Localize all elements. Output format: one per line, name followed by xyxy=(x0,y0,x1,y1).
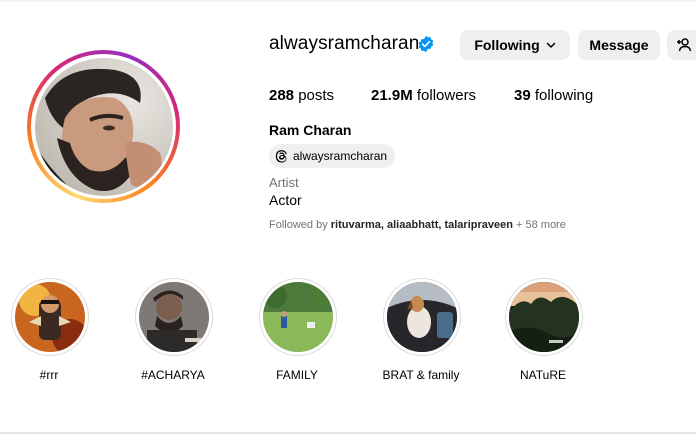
highlight-cover xyxy=(387,282,457,352)
highlight-label: FAMILY xyxy=(276,368,318,382)
profile-photo xyxy=(34,57,173,196)
highlight-label: #ACHARYA xyxy=(141,368,205,382)
add-user-icon xyxy=(677,38,692,52)
posts-label: posts xyxy=(298,87,335,104)
highlight-item[interactable]: #ACHARYA xyxy=(135,278,213,382)
profile-full-name: Ram Charan xyxy=(269,122,352,138)
highlight-item[interactable]: #rrr xyxy=(11,278,89,382)
followers-value: 21.9M xyxy=(371,87,413,104)
profile-category: Artist xyxy=(269,175,299,190)
highlight-cover xyxy=(15,282,85,352)
following-count[interactable]: 39 following xyxy=(514,87,593,104)
profile-bio: Actor xyxy=(269,192,302,208)
threads-link[interactable]: alwaysramcharan xyxy=(269,144,396,168)
following-button[interactable]: Following xyxy=(460,30,570,60)
threads-logo-icon xyxy=(275,150,287,163)
highlight-label: BRAT & family xyxy=(382,368,460,382)
followed-by-text[interactable]: Followed by rituvarma, aliaabhatt, talar… xyxy=(269,219,566,231)
followers-label: followers xyxy=(416,87,477,104)
top-divider xyxy=(0,0,696,2)
add-user-button[interactable] xyxy=(667,30,696,60)
threads-handle: alwaysramcharan xyxy=(293,149,388,163)
highlight-cover xyxy=(263,282,333,352)
verified-badge-icon xyxy=(418,35,434,53)
highlight-item[interactable]: FAMILY xyxy=(259,278,337,382)
highlight-label: #rrr xyxy=(39,368,59,382)
chevron-down-icon xyxy=(546,42,555,49)
bottom-divider xyxy=(0,432,696,434)
profile-username: alwaysramcharan xyxy=(269,33,420,54)
followed-by-names: rituvarma, aliaabhatt, talaripraveen xyxy=(330,219,513,231)
following-label: following xyxy=(534,87,594,104)
following-value: 39 xyxy=(514,87,531,104)
highlight-item[interactable]: BRAT & family xyxy=(383,278,461,382)
followers-count[interactable]: 21.9M followers xyxy=(371,87,476,104)
profile-avatar[interactable] xyxy=(27,50,180,203)
posts-count: 288 posts xyxy=(269,87,334,104)
highlight-cover xyxy=(139,282,209,352)
highlight-label: NATuRE xyxy=(519,368,566,382)
following-button-label: Following xyxy=(474,37,540,53)
highlight-cover xyxy=(509,282,579,352)
posts-value: 288 xyxy=(269,87,295,104)
followed-by-prefix: Followed by xyxy=(269,219,331,231)
message-button[interactable]: Message xyxy=(578,30,660,60)
highlight-item[interactable]: NATuRE xyxy=(505,278,583,382)
message-button-label: Message xyxy=(589,37,649,53)
followed-by-more: + 58 more xyxy=(512,219,566,231)
